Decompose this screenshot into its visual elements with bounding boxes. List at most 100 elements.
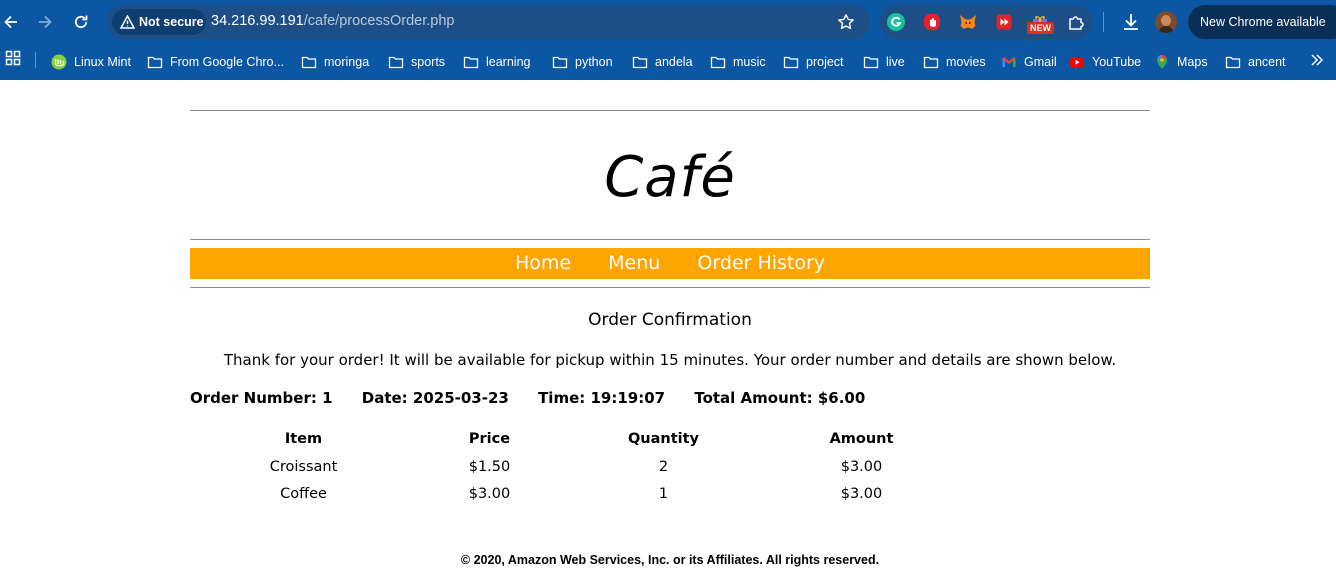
cell-item: Croissant: [269, 459, 338, 475]
video-extension-icon[interactable]: [994, 12, 1014, 32]
cell-price: $1.50: [468, 459, 511, 475]
url-host: 34.216.99.191: [211, 13, 304, 29]
bookmark-label: andela: [655, 55, 693, 69]
order-date: Date: 2025-03-23: [361, 389, 509, 407]
order-confirmation-heading: Order Confirmation: [588, 310, 752, 330]
cell-amount: $3.00: [840, 459, 883, 475]
folder-icon: [388, 54, 404, 70]
bookmark-maps[interactable]: Maps: [1154, 52, 1208, 72]
cell-amount: $3.00: [840, 486, 883, 502]
url-path: /cafe/processOrder.php: [303, 13, 455, 29]
bookmark-label: sports: [411, 55, 446, 69]
back-arrow-icon[interactable]: [1, 12, 21, 32]
copyright-footer: © 2020, Amazon Web Services, Inc. or its…: [460, 553, 880, 567]
new-badge: NEW: [1027, 22, 1054, 34]
order-items-table: Item Price Quantity Amount Croissant $1.…: [210, 428, 978, 508]
bookmark-star-icon[interactable]: [837, 13, 855, 31]
linux-mint-icon: [51, 54, 67, 70]
column-header-amount: Amount: [829, 431, 894, 447]
bookmark-sports[interactable]: sports: [388, 52, 445, 72]
top-rule: [190, 110, 1150, 111]
site-navbar: Home Menu Order History: [190, 248, 1150, 279]
toolbar-divider: [1103, 12, 1104, 32]
bookmark-label: From Google Chro...: [170, 55, 284, 69]
nav-bottom-rule: [190, 287, 1150, 288]
bookmark-ancent[interactable]: ancent: [1225, 52, 1286, 72]
cell-quantity: 1: [658, 486, 669, 502]
site-title: Café: [604, 145, 736, 210]
forward-arrow-icon[interactable]: [35, 12, 55, 32]
folder-icon: [632, 54, 648, 70]
bookmark-live[interactable]: live: [863, 52, 905, 72]
bookmark-label: music: [733, 55, 766, 69]
bookmark-label: moringa: [324, 55, 370, 69]
bookmark-from-google-chrome[interactable]: From Google Chro...: [147, 52, 284, 72]
gmail-icon: [1001, 54, 1017, 70]
order-total: Total Amount: $6.00: [694, 389, 866, 407]
column-header-quantity: Quantity: [627, 431, 700, 447]
bookmark-moringa[interactable]: moringa: [301, 52, 369, 72]
address-bar[interactable]: Not secure 34.216.99.191/cafe/processOrd…: [107, 5, 870, 39]
nav-menu-link[interactable]: Menu: [608, 248, 660, 278]
cell-item: Coffee: [280, 486, 327, 502]
avatar-body: [1158, 26, 1174, 33]
download-icon[interactable]: [1120, 11, 1142, 33]
bookmark-music[interactable]: music: [710, 52, 766, 72]
reload-icon[interactable]: [71, 12, 91, 32]
table-row: Coffee $3.00 1 $3.00: [210, 481, 978, 508]
nav-order-history-link[interactable]: Order History: [697, 248, 825, 278]
avatar-face: [1161, 15, 1171, 26]
bookmark-gmail[interactable]: Gmail: [1001, 52, 1057, 72]
security-chip[interactable]: Not secure: [112, 9, 206, 35]
bookmark-label: project: [806, 55, 844, 69]
order-time: Time: 19:19:07: [538, 389, 666, 407]
bookmark-movies[interactable]: movies: [923, 52, 986, 72]
adblock-icon[interactable]: [922, 12, 942, 32]
bookmark-learning[interactable]: learning: [463, 52, 530, 72]
warning-triangle-icon: [120, 15, 135, 29]
bookmarks-divider: [35, 52, 36, 68]
bookmark-label: YouTube: [1092, 55, 1142, 69]
folder-icon: [147, 54, 163, 70]
youtube-icon: [1069, 54, 1085, 70]
metamask-icon[interactable]: [958, 12, 978, 32]
apps-grid-icon[interactable]: [5, 50, 21, 66]
folder-icon: [552, 54, 568, 70]
bookmark-label: live: [886, 55, 905, 69]
more-bookmarks-chevron-icon[interactable]: [1308, 51, 1326, 69]
cell-price: $3.00: [468, 486, 511, 502]
grammarly-icon[interactable]: [886, 12, 906, 32]
bookmark-label: Gmail: [1024, 55, 1057, 69]
folder-icon: [863, 54, 879, 70]
extensions-puzzle-icon[interactable]: [1066, 12, 1086, 32]
bookmark-linux-mint[interactable]: Linux Mint: [51, 52, 131, 72]
table-row: Croissant $1.50 2 $3.00: [210, 450, 978, 481]
bookmark-label: learning: [486, 55, 531, 69]
table-header-row: Item Price Quantity Amount: [210, 428, 978, 450]
folder-icon: [463, 54, 479, 70]
nav-top-rule: [190, 239, 1150, 240]
chrome-update-button[interactable]: New Chrome available: [1188, 5, 1336, 39]
bookmark-label: movies: [946, 55, 986, 69]
bookmark-youtube[interactable]: YouTube: [1069, 52, 1141, 72]
bookmark-label: python: [575, 55, 613, 69]
url-text[interactable]: 34.216.99.191/cafe/processOrder.php: [211, 13, 454, 29]
nav-home-link[interactable]: Home: [515, 248, 571, 278]
profile-avatar[interactable]: [1155, 11, 1177, 33]
folder-icon: [1225, 54, 1241, 70]
order-number: Order Number: 1: [190, 389, 333, 407]
cell-quantity: 2: [658, 459, 669, 475]
bookmark-project[interactable]: project: [783, 52, 844, 72]
folder-icon: [923, 54, 939, 70]
maps-icon: [1154, 54, 1170, 70]
column-header-price: Price: [468, 431, 511, 447]
bookmark-label: Linux Mint: [74, 55, 131, 69]
order-summary: Order Number: 1 Date: 2025-03-23 Time: 1…: [190, 387, 889, 409]
folder-icon: [301, 54, 317, 70]
column-header-item: Item: [284, 431, 323, 447]
browser-toolbar: Not secure 34.216.99.191/cafe/processOrd…: [0, 0, 1336, 44]
bookmark-andela[interactable]: andela: [632, 52, 693, 72]
bookmark-python[interactable]: python: [552, 52, 613, 72]
folder-icon: [783, 54, 799, 70]
folder-icon: [710, 54, 726, 70]
